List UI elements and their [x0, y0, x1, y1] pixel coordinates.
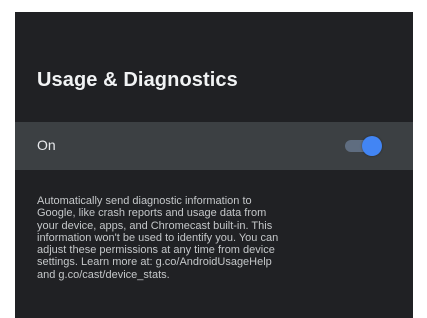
usage-diagnostics-toggle-row[interactable]: On	[15, 122, 413, 170]
description-line: adjust these permissions at any time fro…	[37, 244, 275, 257]
toggle-state-label: On	[37, 137, 56, 153]
description-line: settings. Learn more at: g.co/AndroidUsa…	[37, 256, 272, 269]
description-line: information won't be used to identify yo…	[37, 231, 279, 244]
description-line: Google, like crash reports and usage dat…	[37, 207, 267, 220]
description-line: and g.co/cast/device_stats.	[37, 268, 170, 281]
description-line: Automatically send diagnostic informatio…	[37, 195, 252, 207]
description-line: your device, apps, and Chromecast built-…	[37, 219, 273, 232]
description-text: Automatically send diagnostic informatio…	[37, 195, 377, 281]
toggle-thumb	[362, 136, 382, 156]
usage-diagnostics-toggle[interactable]	[343, 136, 382, 156]
page-title: Usage & Diagnostics	[37, 69, 238, 91]
tv-settings-screen: Usage & Diagnostics On Automatically sen…	[15, 12, 413, 318]
settings-panel: Usage & Diagnostics On Automatically sen…	[0, 0, 427, 318]
